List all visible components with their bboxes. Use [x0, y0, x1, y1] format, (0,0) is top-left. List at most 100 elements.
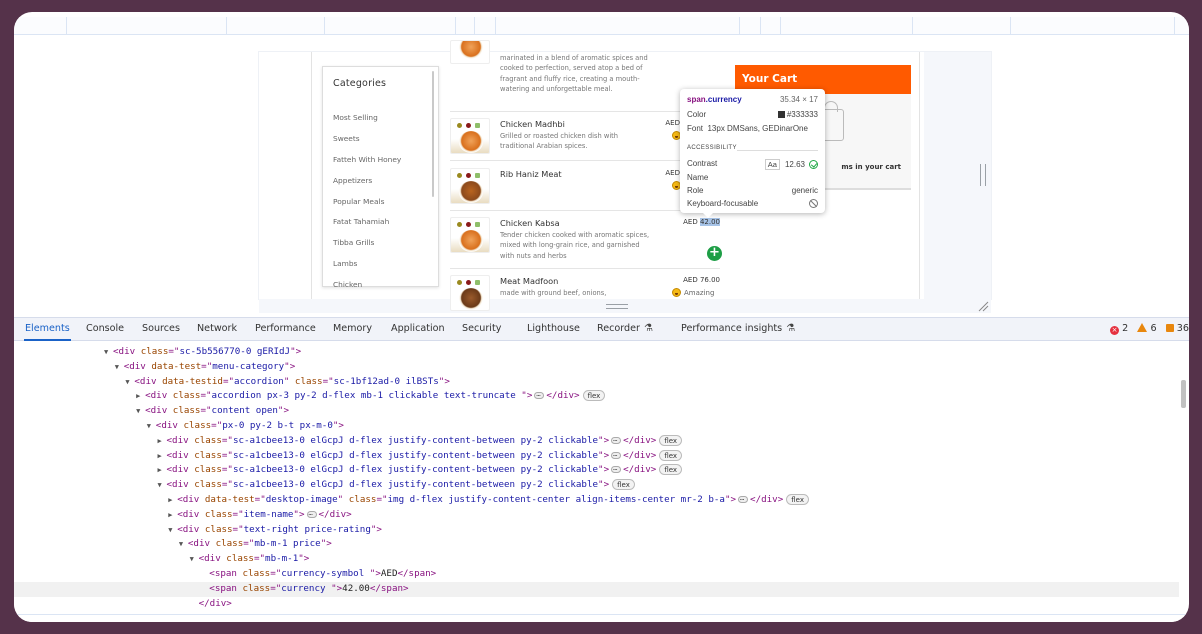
attribute-value: sc-a1cbee13-0 elGcpJ d-flex justify-cont… [232, 434, 599, 446]
tab-console[interactable]: Console [85, 318, 125, 341]
dom-node-line[interactable]: ▼ <div class="sc-a1cbee13-0 elGcpJ d-flex… [14, 478, 1179, 493]
collapse-triangle-icon[interactable]: ▼ [179, 537, 188, 552]
attribute-name: class [204, 508, 233, 520]
dom-node-line[interactable]: </div> [14, 597, 1179, 612]
dom-node-line[interactable]: ▶ <div data-test="desktop-image" class="i… [14, 491, 1179, 508]
dom-node-line[interactable]: <span class="currency ">42.00</span> [14, 581, 1179, 597]
attribute-value: menu-category [212, 360, 285, 372]
tag-bracket: > [603, 464, 610, 476]
tab-recorder[interactable]: Recorder ⚗ [596, 318, 654, 341]
menu-item[interactable]: Meat Madfoon made with ground beef, onio… [450, 275, 720, 315]
tab-elements[interactable]: Elements [24, 318, 71, 341]
tab-security[interactable]: Security [461, 318, 502, 341]
tab-memory[interactable]: Memory [332, 318, 373, 341]
experimental-flask-icon: ⚗ [644, 323, 653, 334]
dom-node-line[interactable]: ▶ <div class="sc-a1cbee13-0 elGcpJ d-flex… [14, 447, 1179, 464]
dom-node-line[interactable]: ▼ <div data-test="menu-category"> [14, 360, 1179, 375]
dom-node-line[interactable]: ▶ <div class="sc-a1cbee13-0 elGcpJ d-flex… [14, 432, 1179, 449]
collapse-triangle-icon[interactable]: ▼ [104, 345, 113, 360]
dom-node-line[interactable]: ▼ <div class="text-right price-rating"> [14, 523, 1179, 538]
tab-network[interactable]: Network [196, 318, 238, 341]
collapse-triangle-icon[interactable]: ▼ [147, 419, 156, 434]
attribute-quote: =" [221, 479, 233, 491]
dom-node-line[interactable]: ▶ <div class="accordion px-3 py-2 d-flex … [14, 387, 1179, 404]
ruler-tick [739, 17, 740, 35]
collapse-triangle-icon[interactable]: ▼ [115, 360, 124, 375]
attribute-value: sc-a1cbee13-0 elGcpJ d-flex justify-cont… [232, 479, 599, 491]
viewport-corner-resize-icon[interactable] [977, 300, 989, 312]
expand-triangle-icon[interactable]: ▶ [168, 508, 177, 523]
flex-badge[interactable]: flex [659, 464, 683, 476]
collapsed-children-ellipsis-icon[interactable] [611, 432, 622, 447]
collapse-triangle-icon[interactable]: ▼ [190, 552, 199, 567]
attribute-name: data-testid [162, 375, 223, 387]
flex-badge[interactable]: flex [659, 434, 683, 446]
category-item[interactable]: Most Selling [333, 113, 378, 122]
viewport-width-resize-handle[interactable] [980, 164, 986, 186]
collapse-triangle-icon[interactable]: ▼ [158, 478, 167, 493]
tag-name: <div [198, 553, 221, 565]
expand-triangle-icon[interactable]: ▶ [158, 463, 167, 478]
issues-counter[interactable]: × 2 6 36 [1110, 318, 1189, 341]
flex-badge[interactable]: flex [582, 390, 606, 402]
attribute-value: content open [211, 405, 278, 417]
dom-node-line[interactable]: ▶ <div class="sc-a1cbee13-0 elGcpJ d-flex… [14, 461, 1179, 478]
flex-badge[interactable]: flex [786, 494, 809, 505]
tab-performance[interactable]: Performance [254, 318, 317, 341]
category-item[interactable]: Appetizers [333, 176, 372, 185]
category-item[interactable]: Fatteh With Honey [333, 155, 401, 164]
tab-sources[interactable]: Sources [141, 318, 181, 341]
category-item[interactable]: Tibba Grills [333, 238, 374, 247]
dom-node-line[interactable]: ▼ <div data-testid="accordion" class="sc-… [14, 375, 1179, 390]
tab-performance-insights[interactable]: Performance insights ⚗ [680, 318, 796, 341]
collapse-triangle-icon[interactable]: ▼ [168, 523, 177, 538]
collapsed-children-ellipsis-icon[interactable] [534, 387, 545, 402]
dom-node-line[interactable]: ▼ <div class="px-0 py-2 b-t px-m-0"> [14, 419, 1179, 434]
add-to-cart-button[interactable]: + [707, 246, 722, 261]
menu-item[interactable]: Chicken Kabsa Tender chicken cooked with… [450, 217, 720, 272]
tag-bracket: > [603, 449, 610, 461]
cart-empty-text: ms in your cart [841, 163, 901, 171]
tab-application[interactable]: Application [390, 318, 446, 341]
collapsed-children-ellipsis-icon[interactable] [611, 461, 622, 476]
expand-triangle-icon[interactable]: ▶ [158, 449, 167, 464]
ruler-tick [474, 17, 475, 35]
collapsed-children-ellipsis-icon[interactable] [611, 447, 622, 461]
ruler-tick [1010, 17, 1011, 35]
attribute-quote: =" [201, 360, 213, 372]
menu-item-name: Meat Madfoon [500, 276, 559, 286]
attribute-value: currency-symbol [281, 568, 370, 579]
expand-triangle-icon[interactable]: ▶ [158, 434, 167, 449]
rating-text: Amazing [684, 289, 715, 297]
menu-item-description: made with ground beef, onions, [500, 289, 607, 297]
tab-lighthouse[interactable]: Lighthouse [526, 318, 581, 341]
category-item[interactable]: Lambs [333, 259, 357, 268]
dom-tree-scrollbar[interactable] [1181, 380, 1186, 408]
expand-triangle-icon[interactable]: ▶ [136, 389, 145, 404]
category-item[interactable]: Fatat Tahamiah [333, 217, 389, 226]
collapsed-children-ellipsis-icon[interactable] [306, 506, 317, 521]
expand-triangle-icon[interactable]: ▶ [168, 493, 177, 508]
tag-name: <div [177, 494, 200, 505]
flex-badge[interactable]: flex [612, 479, 635, 491]
dom-node-line[interactable]: ▼ <div class="sc-5b556770-0 gERIdJ"> [14, 345, 1179, 360]
dom-node-line[interactable]: ▼ <div class="mb-m-1"> [14, 552, 1179, 567]
error-count: 2 [1122, 323, 1129, 334]
dom-node-line[interactable]: <span class="currency-symbol ">AED</span… [14, 567, 1179, 582]
dom-node-line[interactable]: ▼ <div class="content open"> [14, 404, 1179, 419]
attribute-value: px-0 py-2 b-t px-m-0 [222, 420, 333, 431]
attribute-quote: =" [232, 523, 244, 535]
dom-node-line[interactable]: ▶<div class="item-name"></div> [14, 506, 1179, 523]
categories-scrollbar[interactable] [432, 71, 434, 197]
flex-badge[interactable]: flex [659, 449, 683, 461]
category-item[interactable]: Chicken [333, 280, 362, 289]
category-item[interactable]: Popular Meals [333, 197, 384, 206]
tooltip-divider [737, 150, 818, 151]
collapse-triangle-icon[interactable]: ▼ [136, 404, 145, 419]
dom-node-line[interactable]: ▼ <div class="mb-m-1 price"> [14, 537, 1179, 552]
currency-symbol: AED [665, 169, 680, 177]
category-item[interactable]: Sweets [333, 134, 360, 143]
devtools-tab-bar: Elements Console Sources Network Perform… [14, 317, 1189, 341]
collapsed-children-ellipsis-icon[interactable] [738, 491, 749, 506]
attribute-name: class [194, 464, 222, 476]
